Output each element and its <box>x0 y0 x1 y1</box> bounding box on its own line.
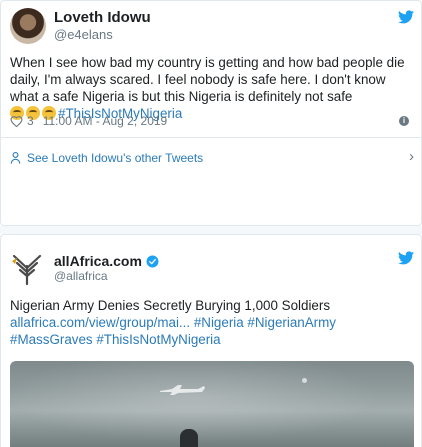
divider <box>1 137 421 138</box>
tweet-timestamp[interactable]: 11:00 AM - Aug 2, 2019 <box>43 114 168 128</box>
media-haze <box>10 361 414 447</box>
tweet-author-handle[interactable]: @e4elans <box>54 27 113 42</box>
tweet-author-name[interactable]: Loveth Idowu <box>54 9 151 26</box>
tweet-card-loveth: Loveth Idowu @e4elans When I see how bad… <box>0 0 422 226</box>
tweet-text: Nigerian Army Denies Secretly Burying 1,… <box>10 297 415 348</box>
twitter-bird-icon[interactable] <box>398 10 414 24</box>
other-tweets-label: See Loveth Idowu's other Tweets <box>27 151 204 165</box>
article-link[interactable]: allafrica.com/view/group/mai... <box>10 315 190 330</box>
tweet-text: When I see how bad my country is getting… <box>10 54 415 122</box>
verified-badge-icon <box>146 255 159 267</box>
tweet-body: When I see how bad my country is getting… <box>10 55 405 104</box>
media-highlight <box>302 378 307 383</box>
twitter-bird-icon[interactable] <box>398 251 414 265</box>
allafrica-logo-icon[interactable] <box>10 252 44 286</box>
tweet-meta: 3 11:00 AM - Aug 2, 2019 <box>10 114 167 128</box>
heart-icon[interactable] <box>10 115 23 127</box>
tweet-card-allafrica: allAfrica.com @allafrica Nigerian Army D… <box>0 234 422 447</box>
tweet-author-name[interactable]: allAfrica.com <box>54 253 159 269</box>
tweet-headline: Nigerian Army Denies Secretly Burying 1,… <box>10 298 331 313</box>
other-tweets-link[interactable]: See Loveth Idowu's other Tweets › <box>10 148 414 167</box>
chevron-right-icon: › <box>409 148 414 165</box>
like-count[interactable]: 3 <box>27 114 34 128</box>
card-separator <box>0 226 422 234</box>
author-name-text: allAfrica.com <box>54 253 142 269</box>
hashtag-links[interactable]: #MassGraves #ThisIsNotMyNigeria <box>10 332 221 347</box>
info-icon[interactable]: i <box>399 116 409 126</box>
tweet-media-image[interactable] <box>10 361 414 447</box>
tweet-author-handle[interactable]: @allafrica <box>54 269 108 283</box>
aircraft-silhouette <box>160 385 205 395</box>
person-icon <box>10 152 21 164</box>
avatar[interactable] <box>10 8 46 44</box>
hashtag-links[interactable]: #Nigeria #NigerianArmy <box>194 315 336 330</box>
person-silhouette <box>180 429 198 447</box>
